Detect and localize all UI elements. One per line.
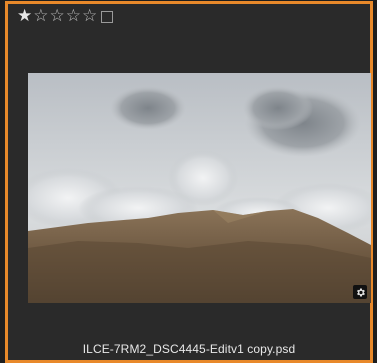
star-1-icon[interactable]: ★ [17,8,32,25]
photo-filename: ILCE-7RM2_DSC4445-Editv1 copy.psd [82,342,296,356]
photo-thumbnail[interactable] [28,73,371,303]
star-2-icon[interactable]: ☆ [33,8,48,25]
landscape-image [28,73,371,303]
star-3-icon[interactable]: ☆ [50,8,65,25]
select-checkbox[interactable] [101,11,114,23]
star-4-icon[interactable]: ☆ [66,8,81,25]
photo-card[interactable]: ★ ☆ ☆ ☆ ☆ ILCE-7RM2_DSC4445-Editv1 copy.… [5,1,373,363]
gear-icon[interactable] [353,285,367,299]
star-5-icon[interactable]: ☆ [82,8,97,25]
star-rating[interactable]: ★ ☆ ☆ ☆ ☆ [17,8,114,25]
